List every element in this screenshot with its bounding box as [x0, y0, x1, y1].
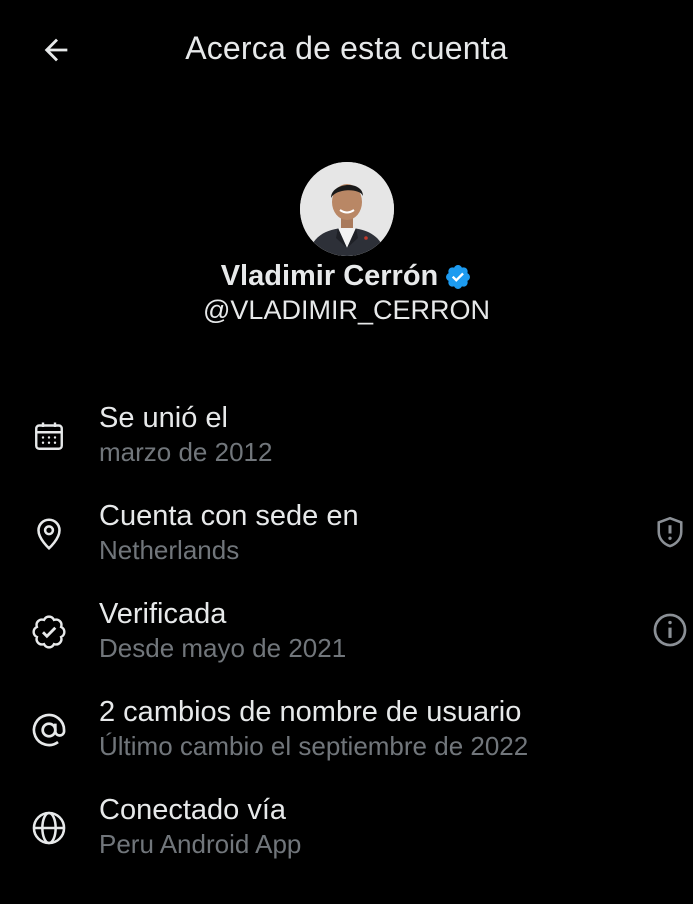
info-subtitle: Peru Android App — [99, 829, 302, 859]
list-item-connected-via: Conectado vía Peru Android App — [0, 788, 693, 886]
location-warning-button[interactable] — [648, 510, 692, 554]
username-handle: @VLADIMIR_CERRON — [203, 295, 490, 325]
list-item-based-in: Cuenta con sede en Netherlands — [0, 494, 693, 592]
verified-check-icon — [32, 615, 66, 649]
shield-alert-icon — [657, 516, 683, 548]
list-item-verified: Verificada Desde mayo de 2021 — [0, 592, 693, 690]
info-title: Cuenta con sede en — [99, 500, 359, 532]
info-subtitle: Netherlands — [99, 535, 240, 565]
profile-section: Vladimir Cerrón @VLADIMIR_CERRON — [0, 162, 693, 326]
list-item-username-changes: 2 cambios de nombre de usuario Último ca… — [0, 690, 693, 788]
globe-icon — [32, 811, 66, 845]
info-subtitle: marzo de 2012 — [99, 437, 273, 467]
verified-badge-icon — [446, 264, 471, 289]
info-title: Conectado vía — [99, 794, 287, 826]
info-subtitle: Desde mayo de 2021 — [99, 633, 347, 663]
info-icon — [653, 613, 687, 647]
at-sign-icon — [32, 713, 66, 747]
verified-info-button[interactable] — [648, 608, 692, 652]
avatar[interactable] — [299, 162, 394, 256]
account-info-list: Se unió el marzo de 2012 Cuenta con sede… — [0, 396, 693, 886]
page-title: Acerca de esta cuenta — [185, 30, 508, 66]
info-title: Se unió el — [99, 402, 228, 434]
display-name: Vladimir Cerrón — [220, 260, 439, 292]
location-pin-icon — [37, 518, 61, 550]
calendar-icon — [35, 422, 63, 450]
info-title: Verificada — [99, 598, 227, 630]
info-subtitle: Último cambio el septiembre de 2022 — [99, 731, 529, 761]
list-item-joined: Se unió el marzo de 2012 — [0, 396, 693, 494]
info-title: 2 cambios de nombre de usuario — [99, 696, 522, 728]
top-app-bar: Acerca de esta cuenta — [0, 0, 693, 100]
profile-photo — [299, 162, 394, 256]
name-row: Vladimir Cerrón — [0, 260, 693, 293]
